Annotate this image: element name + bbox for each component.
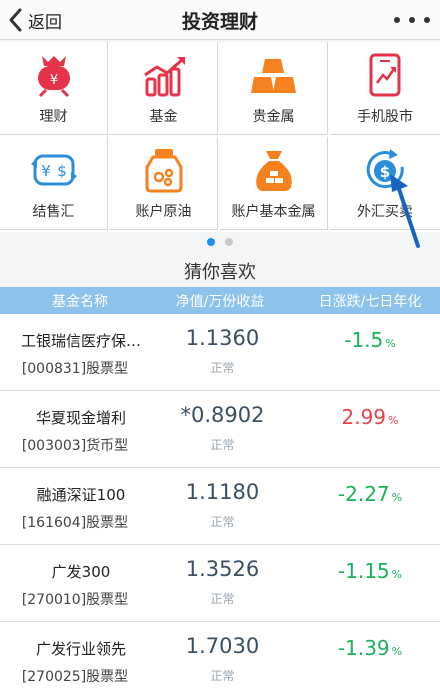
fund-code: [003003]货币型 (21, 438, 129, 454)
fund-change: -1.5% (344, 328, 396, 352)
grid-label: 理财 (39, 109, 68, 125)
wealth-bag-icon: ¥ (0, 50, 107, 100)
fund-name: 广发300 (51, 563, 111, 581)
grid-label: 基金 (149, 109, 178, 125)
gold-bars-icon (220, 50, 327, 100)
fund-status: 正常 (210, 592, 235, 606)
base-metal-bag-icon (220, 145, 327, 195)
grid-item-wealth[interactable]: ¥ 理财 (0, 42, 108, 135)
svg-text:¥: ¥ (49, 73, 57, 88)
grid-item-forex[interactable]: $ 外汇买卖 (330, 137, 440, 230)
fund-name: 工银瑞信医疗保… (20, 332, 141, 350)
svg-text:¥: ¥ (41, 162, 51, 180)
grid-label: 贵金属 (252, 109, 295, 125)
fund-bars-icon (110, 50, 217, 100)
svg-text:$: $ (57, 162, 67, 180)
fund-name: 融通深证100 (36, 486, 126, 504)
fund-change: 2.99% (341, 405, 399, 429)
table-row[interactable]: 广发300 [270010]股票型 1.3526 正常 -1.15% (0, 545, 440, 622)
fund-change: -1.15% (337, 559, 403, 583)
fund-nav: 1.1360 (185, 326, 260, 350)
fund-status: 正常 (210, 669, 235, 683)
currency-exchange-icon: ¥ $ (0, 145, 107, 195)
section-title: 猜你喜欢 (184, 262, 256, 283)
table-row[interactable]: 工银瑞信医疗保… [000831]股票型 1.1360 正常 -1.5% (0, 314, 440, 391)
fund-nav: 1.7030 (185, 634, 260, 658)
fund-code: [000831]股票型 (21, 361, 129, 377)
table-row[interactable]: 华夏现金增利 [003003]货币型 *0.8902 正常 2.99% (0, 391, 440, 468)
page-indicator (0, 238, 440, 248)
grid-label: 账户原油 (135, 204, 192, 220)
column-header-fund-name: 基金名称 (52, 294, 108, 310)
grid-label: 外汇买卖 (357, 204, 413, 220)
svg-text:$: $ (380, 163, 390, 181)
grid-item-crude-oil[interactable]: 账户原油 (110, 137, 218, 230)
product-grid: ¥ 理财 基金 贵金属 手机股市 ¥ $ 结售汇 账户原油 账户基本金属 $ 外… (0, 42, 440, 248)
column-header-nav: 净值/万份收益 (175, 294, 265, 310)
grid-item-fx-settlement[interactable]: ¥ $ 结售汇 (0, 137, 108, 230)
fund-code: [270010]股票型 (21, 592, 129, 608)
fund-nav: 1.3526 (185, 557, 260, 581)
fund-code: [270025]股票型 (21, 669, 129, 685)
page-dot-active[interactable] (207, 238, 215, 246)
fund-status: 正常 (210, 515, 235, 529)
top-nav-bar: 返回 投资理财 (0, 0, 440, 40)
forex-dollar-icon: $ (330, 145, 440, 195)
column-header-change: 日涨跌/七日年化 (318, 294, 422, 310)
page-title: 投资理财 (181, 11, 258, 33)
page-dot[interactable] (225, 238, 233, 246)
grid-label: 结售汇 (32, 204, 75, 220)
grid-item-mobile-stock[interactable]: 手机股市 (330, 42, 440, 135)
fund-table-header: 基金名称 净值/万份收益 日涨跌/七日年化 (0, 287, 440, 314)
fund-status: 正常 (210, 438, 235, 452)
crude-oil-icon (110, 145, 217, 195)
fund-list: 工银瑞信医疗保… [000831]股票型 1.1360 正常 -1.5% 华夏现… (0, 314, 440, 697)
grid-label: 账户基本金属 (231, 204, 316, 220)
grid-item-precious-metal[interactable]: 贵金属 (220, 42, 328, 135)
table-row[interactable]: 广发行业领先 [270025]股票型 1.7030 正常 -1.39% (0, 622, 440, 697)
fund-name: 华夏现金增利 (35, 409, 126, 427)
fund-change: -1.39% (337, 636, 403, 660)
fund-change: -2.27% (337, 482, 403, 506)
table-row[interactable]: 融通深证100 [161604]股票型 1.1180 正常 -2.27% (0, 468, 440, 545)
grid-item-base-metal[interactable]: 账户基本金属 (220, 137, 328, 230)
fund-name: 广发行业领先 (35, 640, 126, 658)
fund-status: 正常 (210, 361, 235, 375)
more-menu-icon[interactable] (394, 10, 430, 30)
fund-nav: *0.8902 (180, 403, 265, 427)
mobile-stock-icon (330, 50, 440, 100)
grid-label: 手机股市 (357, 109, 413, 125)
fund-code: [161604]股票型 (21, 515, 129, 531)
fund-nav: 1.1180 (185, 480, 260, 504)
grid-item-fund[interactable]: 基金 (110, 42, 218, 135)
